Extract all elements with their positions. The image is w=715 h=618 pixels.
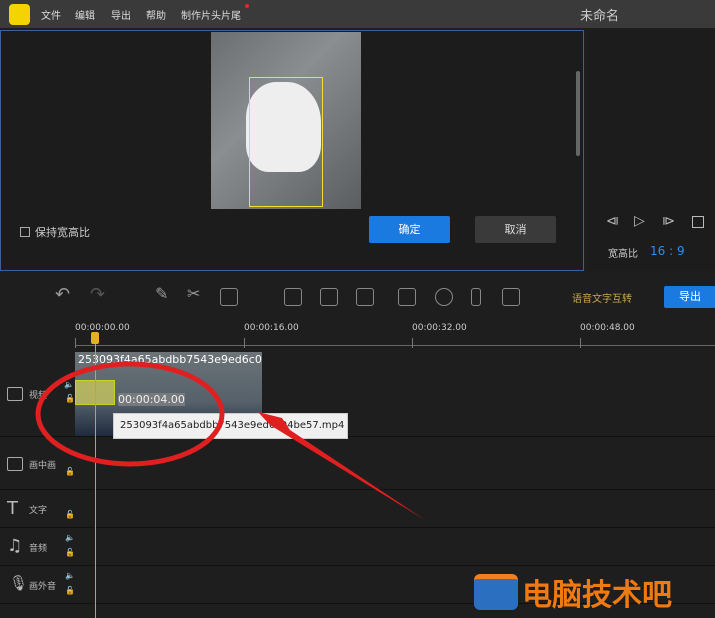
annotation-circle: [38, 364, 222, 464]
watermark-text: 电脑技术吧: [522, 570, 672, 614]
watermark-logo-icon: [474, 574, 518, 610]
annotation-arrow: [258, 412, 425, 520]
watermark: 电脑技术吧: [474, 570, 672, 614]
annotation-overlay: [0, 0, 715, 618]
